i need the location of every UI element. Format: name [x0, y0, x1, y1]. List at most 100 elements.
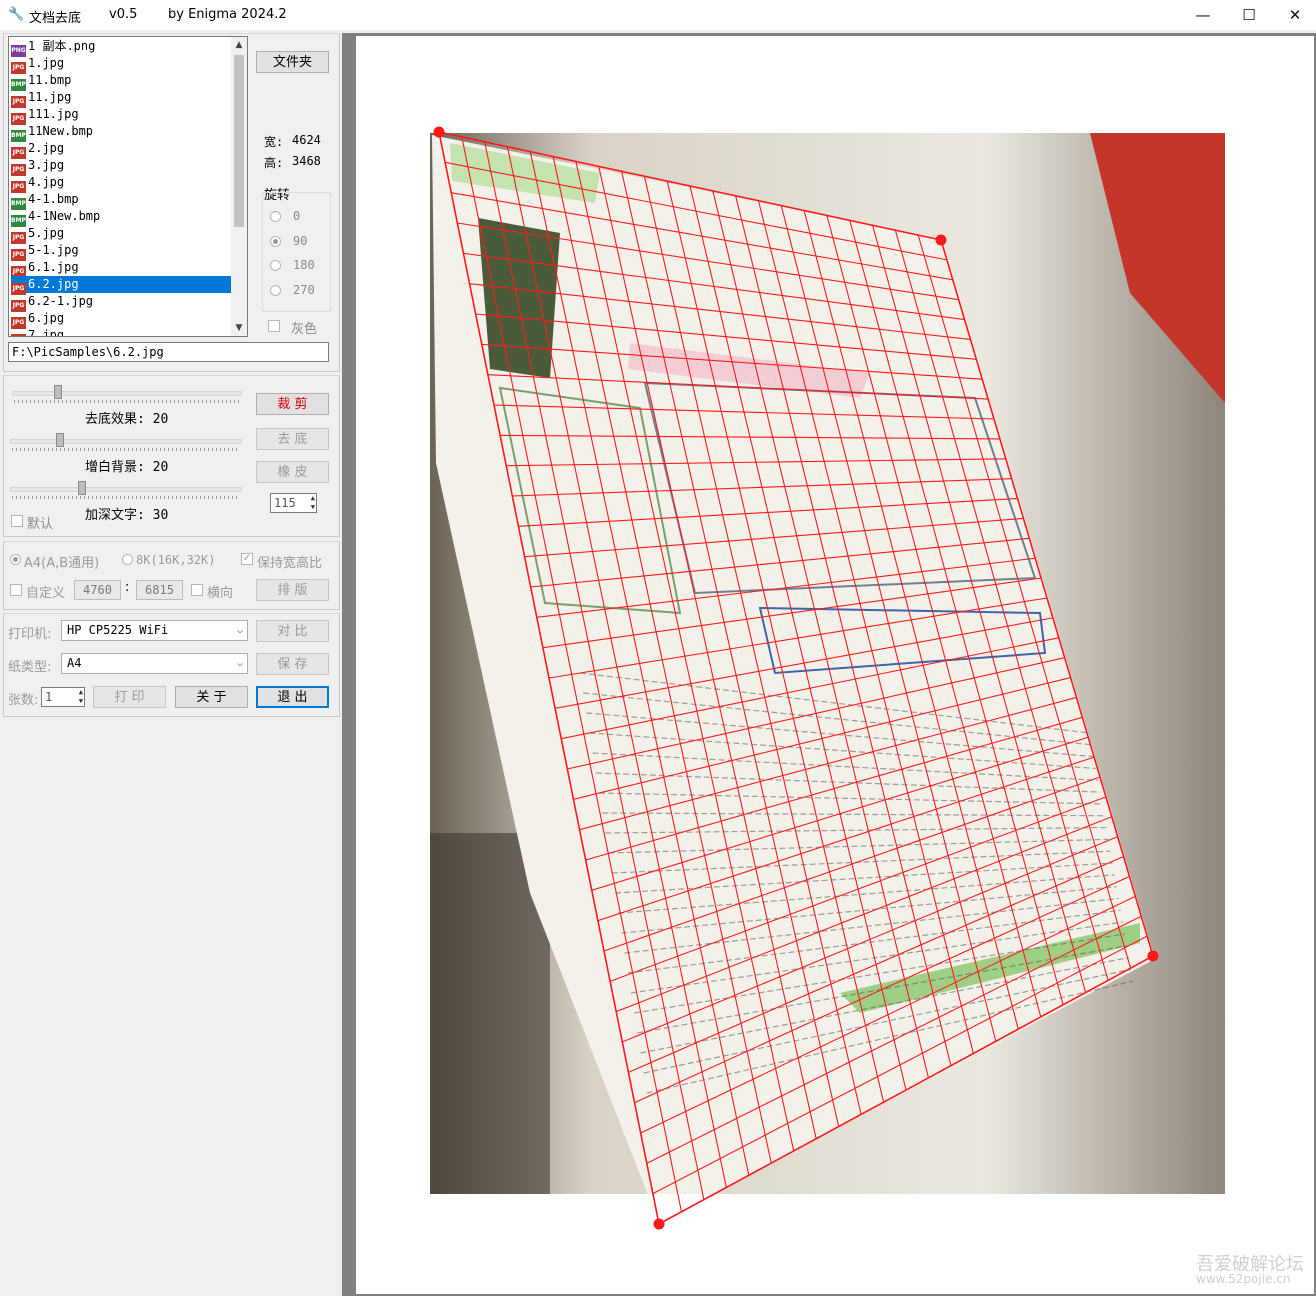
exit-button[interactable]: 退 出 — [256, 686, 329, 708]
custom-checkbox[interactable] — [10, 584, 22, 596]
crop-handle-top-right[interactable] — [935, 234, 947, 246]
close-button[interactable]: ✕ — [1272, 0, 1316, 30]
file-list-item[interactable]: JPG 4.jpg — [11, 174, 231, 193]
rotation-label-0: 0 — [293, 209, 301, 223]
printer-select[interactable]: HP CP5225 WiFi ⌵ — [61, 620, 248, 641]
file-list-item[interactable]: JPG 6.jpg — [11, 310, 231, 329]
crop-handle-top-left[interactable] — [433, 126, 445, 138]
file-name: 1 副本.png — [28, 39, 96, 53]
keep-ratio-checkbox[interactable]: ✓ — [241, 553, 253, 565]
rotation-label-90: 90 — [293, 233, 308, 248]
file-name: 7.jpg — [28, 328, 65, 337]
whiten-slider[interactable] — [10, 433, 242, 453]
minimize-button[interactable]: — — [1180, 0, 1226, 30]
custom-colon: : — [125, 580, 130, 595]
paper-type-value: A4 — [67, 656, 82, 670]
printer-value: HP CP5225 WiFi — [67, 623, 169, 637]
file-name: 4-1New.bmp — [28, 209, 101, 223]
spin-arrows-icon[interactable]: ▲ ▼ — [79, 688, 83, 706]
file-list-item[interactable]: JPG7.jpg — [11, 327, 231, 337]
default-checkbox[interactable] — [11, 515, 23, 527]
print-button[interactable]: 打 印 — [93, 686, 166, 708]
file-name: 3.jpg — [28, 158, 65, 172]
custom-height-field[interactable]: 6815 — [136, 580, 183, 600]
slider-thumb[interactable] — [78, 481, 86, 495]
rotation-label-180: 180 — [293, 258, 315, 272]
rotation-radio-0[interactable] — [270, 211, 281, 222]
k8-radio[interactable] — [122, 554, 133, 565]
file-list-item[interactable]: JPG 3.jpg — [11, 157, 231, 176]
file-list-item[interactable]: JPG 2.jpg — [11, 140, 231, 159]
file-list-item[interactable]: BMP 4-1New.bmp — [11, 208, 231, 227]
remove-bg-label: 去底效果: 20 — [85, 412, 169, 427]
a4-label: A4(A,B通用) — [24, 556, 100, 571]
file-list-item[interactable]: BMP 11.bmp — [11, 72, 231, 91]
file-name: 111.jpg — [28, 107, 79, 121]
crop-handle-bottom-right[interactable] — [1147, 950, 1159, 962]
file-name: 11.jpg — [28, 90, 72, 104]
a4-radio[interactable] — [10, 554, 21, 565]
height-label: 高: — [264, 156, 284, 170]
layout-button[interactable]: 排 版 — [256, 579, 329, 601]
jpg-file-icon: JPG — [11, 334, 26, 336]
path-field[interactable]: F:\PicSamples\6.2.jpg — [8, 342, 329, 362]
file-list-scrollbar[interactable]: ▲ ▼ — [231, 37, 247, 336]
app-icon: 🔧 — [8, 7, 25, 22]
file-list-item[interactable]: JPG 5-1.jpg — [11, 242, 231, 261]
rotation-label-270: 270 — [293, 282, 315, 297]
about-button[interactable]: 关 于 — [175, 686, 248, 708]
file-list-item[interactable]: JPG 5.jpg — [11, 225, 231, 244]
file-list[interactable]: PNG 1 副本.png JPG 1.jpg BMP 11.bmp JPG 11.jpg JPG… — [8, 36, 248, 337]
file-name: 6.1.jpg — [28, 260, 79, 274]
spin-arrows-icon[interactable]: ▲ ▼ — [311, 494, 315, 512]
gray-label: 灰色 — [291, 322, 318, 337]
spin-value: 115 — [274, 496, 296, 510]
width-value: 4624 — [292, 133, 321, 147]
file-name: 5-1.jpg — [28, 243, 79, 257]
file-name: 11New.bmp — [28, 124, 94, 138]
deepen-slider[interactable] — [10, 481, 242, 501]
crop-button[interactable]: 裁 剪 — [256, 393, 329, 415]
slider-thumb[interactable] — [54, 385, 62, 399]
paper-type-select[interactable]: A4 ⌵ — [61, 653, 248, 674]
file-list-item[interactable]: BMP 11New.bmp — [11, 123, 231, 142]
spin-field[interactable]: 115 ▲ ▼ — [270, 493, 317, 513]
rotation-radio-180[interactable] — [270, 260, 281, 271]
rotation-radio-270[interactable] — [270, 284, 281, 296]
save-button[interactable]: 保 存 — [256, 653, 329, 675]
file-list-item[interactable]: JPG 6.2.jpg — [11, 276, 231, 295]
scroll-up-icon[interactable]: ▲ — [231, 37, 247, 53]
crop-handle-bottom-left[interactable] — [653, 1218, 665, 1230]
scroll-down-icon[interactable]: ▼ — [231, 320, 247, 336]
file-list-item[interactable]: JPG 6.1.jpg — [11, 259, 231, 278]
keep-ratio-label: 保持宽高比 — [257, 556, 323, 571]
compare-button[interactable]: 对 比 — [256, 620, 329, 642]
file-list-item[interactable]: JPG 6.2-1.jpg — [11, 293, 231, 312]
file-list-item[interactable]: PNG 1 副本.png — [11, 38, 231, 57]
scroll-thumb[interactable] — [234, 55, 244, 227]
copies-field[interactable]: 1 ▲ ▼ — [41, 687, 85, 707]
slider-thumb[interactable] — [56, 433, 64, 447]
custom-width-field[interactable]: 4760 — [74, 580, 121, 600]
landscape-label: 横向 — [207, 586, 234, 601]
eraser-button[interactable]: 橡 皮 — [256, 461, 329, 483]
landscape-checkbox[interactable] — [191, 584, 203, 596]
gray-checkbox[interactable] — [268, 320, 280, 332]
watermark-url: www.52pojie.cn — [1196, 1272, 1291, 1286]
file-list-item[interactable]: JPG 11.jpg — [11, 89, 231, 108]
custom-label: 自定义 — [26, 586, 66, 601]
app-version: v0.5 — [109, 7, 138, 22]
file-name: 1.jpg — [28, 56, 65, 70]
maximize-button[interactable]: ☐ — [1226, 0, 1272, 30]
file-list-item[interactable]: JPG 1.jpg — [11, 55, 231, 74]
default-label: 默认 — [27, 517, 54, 532]
remove-bg-button[interactable]: 去 底 — [256, 428, 329, 450]
paper-type-label: 纸类型: — [8, 660, 52, 675]
rotation-radio-90[interactable] — [270, 235, 281, 247]
folder-button[interactable]: 文件夹 — [256, 51, 329, 73]
printer-label: 打印机: — [8, 627, 52, 642]
file-list-item[interactable]: JPG 111.jpg — [11, 106, 231, 125]
deepen-label: 加深文字: 30 — [85, 508, 169, 523]
remove-bg-slider[interactable] — [12, 385, 242, 405]
file-list-item[interactable]: BMP 4-1.bmp — [11, 191, 231, 210]
